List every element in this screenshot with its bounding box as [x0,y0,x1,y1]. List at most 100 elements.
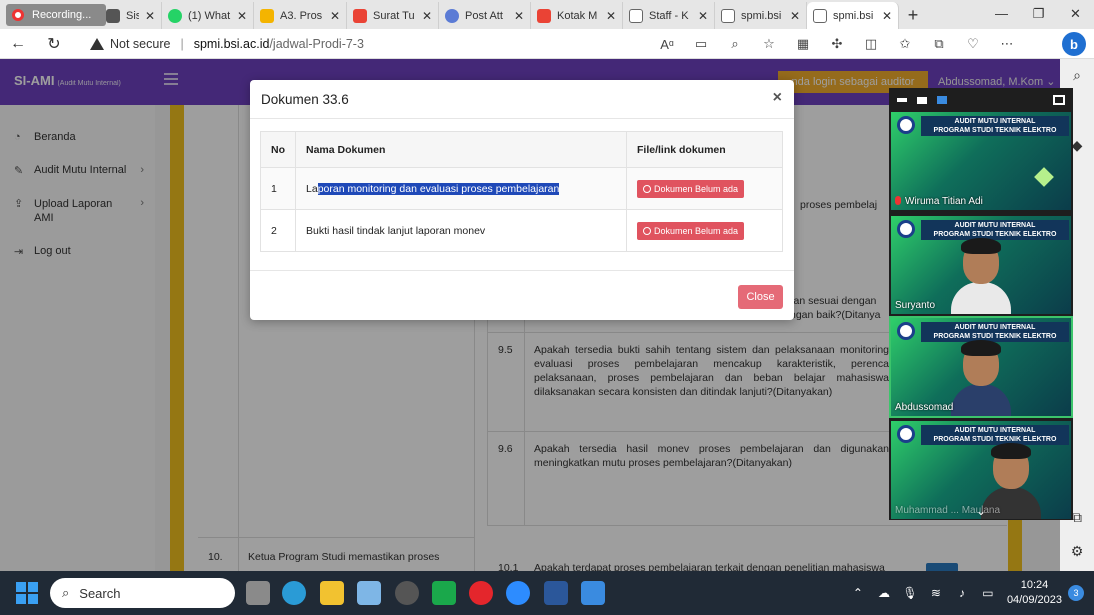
calculator-icon[interactable] [432,581,456,605]
video-tile[interactable]: AUDIT MUTU INTERNAL PROGRAM STUDI TEKNIK … [891,216,1071,314]
table-row: 2 Bukti hasil tindak lanjut laporan mone… [260,209,783,252]
close-icon[interactable]: × [773,89,782,107]
modal-title: Dokumen 33.6 [261,92,349,107]
gmail-icon [537,8,551,23]
tab-close-icon[interactable]: ✕ [882,9,892,23]
zotero-icon [445,8,459,23]
browser-tab-active[interactable]: spmi.bsi ✕ [807,2,899,29]
favorite-star-icon[interactable]: ☆ [752,36,786,52]
tab-close-icon[interactable]: ✕ [330,9,340,23]
tab-close-icon[interactable]: ✕ [698,9,708,23]
document-modal: Dokumen 33.6 × No Nama Dokumen File/link… [250,80,794,320]
browser-tab[interactable]: Post Att ✕ [439,2,531,29]
battery-icon[interactable]: ▭ [975,586,1001,600]
browser-tab[interactable]: spmi.bsi ✕ [715,2,807,29]
search-icon[interactable]: ⌕ [1066,67,1088,89]
windows-start-icon[interactable] [16,582,38,604]
notification-badge[interactable]: 3 [1068,585,1084,601]
file-explorer-icon[interactable] [320,581,344,605]
minimize-icon[interactable] [897,98,907,102]
maximize-icon[interactable]: ❐ [1020,0,1057,27]
tab-close-icon[interactable]: ✕ [790,9,800,23]
document-table: No Nama Dokumen File/link dokumen 1 Lapo… [260,131,783,252]
table-row: 1 Laporan monitoring dan evaluasi proses… [260,167,783,210]
volume-icon[interactable]: ♪ [949,586,975,600]
split-screen-icon[interactable]: ◫ [854,36,888,52]
selected-text: poran monitoring dan evaluasi proses pem… [317,182,560,195]
clock[interactable]: 10:24 04/09/2023 [1007,578,1062,608]
refresh-icon[interactable]: ↻ [36,29,72,59]
browser-tab[interactable]: (1) What ✕ [162,2,254,29]
window-controls: — ❐ ✕ [983,0,1094,27]
participant-name: Wiruma Titian Adi [895,196,983,207]
tab-close-icon[interactable]: ✕ [237,9,247,23]
media-player-icon[interactable] [395,581,419,605]
video-panel-toolbar [889,88,1073,112]
browser-toolbar: Aᵅ ▭ ⌕ ☆ ▦ ✣ ◫ ✩ ⧉ ♡ ⋯ [650,29,1024,59]
minimize-icon[interactable]: — [983,0,1020,27]
document-name: Bukti hasil tindak lanjut laporan monev [295,209,627,252]
settings-gear-icon[interactable]: ⚙ [1066,543,1088,565]
opera-icon[interactable] [469,581,493,605]
tab-close-icon[interactable]: ✕ [514,9,524,23]
ban-icon [643,226,651,235]
browser-tab[interactable]: Kotak M ✕ [531,2,623,29]
gallery-icon[interactable] [937,96,947,104]
video-call-panel: AUDIT MUTU INTERNAL PROGRAM STUDI TEKNIK … [889,88,1073,520]
address-bar: ← ↻ Not secure | spmi.bsi.ac.id/jadwal-P… [0,29,1094,59]
tab-actions-icon[interactable]: ⧉ [922,36,956,52]
windows-taskbar: ⌕ Search ⌃ ☁ 🎙 ≋ ♪ ▭ 10:24 04/09/2023 3 [0,571,1094,615]
campus-logo [897,220,915,238]
zoom-icon[interactable]: ⌕ [718,36,752,52]
search-icon: ⌕ [62,585,70,600]
back-arrow-icon[interactable]: ← [0,29,36,59]
view-icon[interactable] [917,96,927,104]
tab-close-icon[interactable]: ✕ [606,9,616,23]
video-tile[interactable]: AUDIT MUTU INTERNAL PROGRAM STUDI TEKNIK … [891,112,1071,210]
collections-icon[interactable]: ▦ [786,36,820,52]
whatsapp-icon [168,8,182,23]
app-icon[interactable] [357,581,381,605]
recording-indicator[interactable]: Recording... [6,4,106,26]
favorites-icon[interactable]: ✩ [888,36,922,52]
onedrive-icon[interactable]: ☁ [871,586,897,600]
close-window-icon[interactable]: ✕ [1057,0,1094,27]
gmail-icon [353,8,367,23]
popout-icon[interactable] [1053,95,1065,105]
bing-copilot-icon[interactable]: b [1062,32,1086,56]
edge-icon[interactable] [282,581,306,605]
tab-favicon-icon [106,8,120,23]
close-button[interactable]: Close [738,285,783,309]
campus-logo [897,425,915,443]
mic-muted-icon [895,196,901,205]
performance-icon[interactable]: ♡ [956,36,990,52]
browser-tab[interactable]: A3. Pros ✕ [254,2,347,29]
taskbar-search[interactable]: ⌕ Search [50,578,235,608]
row-number: 2 [260,209,296,252]
chevron-down-icon[interactable]: ⌄ [889,502,1073,520]
word-icon[interactable] [544,581,568,605]
more-menu-icon[interactable]: ⋯ [990,36,1024,52]
column-header-no: No [260,131,296,168]
browser-tab[interactable]: Sistem In✕ [100,2,162,29]
notepad-icon[interactable] [581,581,605,605]
chevron-up-icon[interactable]: ⌃ [845,586,871,600]
google-drive-icon [260,8,274,23]
browser-tab[interactable]: Staff - K ✕ [623,2,715,29]
new-tab-button[interactable]: + [899,2,927,29]
task-view-icon[interactable] [246,581,270,605]
zoom-icon[interactable] [506,581,530,605]
browser-tab[interactable]: Surat Tu ✕ [347,2,439,29]
wifi-icon[interactable]: ≋ [923,586,949,600]
table-header-row: No Nama Dokumen File/link dokumen [260,131,783,168]
extensions-icon[interactable]: ✣ [820,36,854,52]
read-aloud-icon[interactable]: Aᵅ [650,37,684,52]
video-tile-active[interactable]: AUDIT MUTU INTERNAL PROGRAM STUDI TEKNIK … [889,316,1073,418]
document-missing-badge[interactable]: Dokumen Belum ada [637,221,745,240]
tab-close-icon[interactable]: ✕ [422,9,432,23]
row-number: 1 [260,167,296,210]
document-missing-badge[interactable]: Dokumen Belum ada [637,179,745,198]
microphone-icon[interactable]: 🎙 [897,586,923,600]
reader-view-icon[interactable]: ▭ [684,36,718,52]
tab-close-icon[interactable]: ✕ [145,9,155,23]
